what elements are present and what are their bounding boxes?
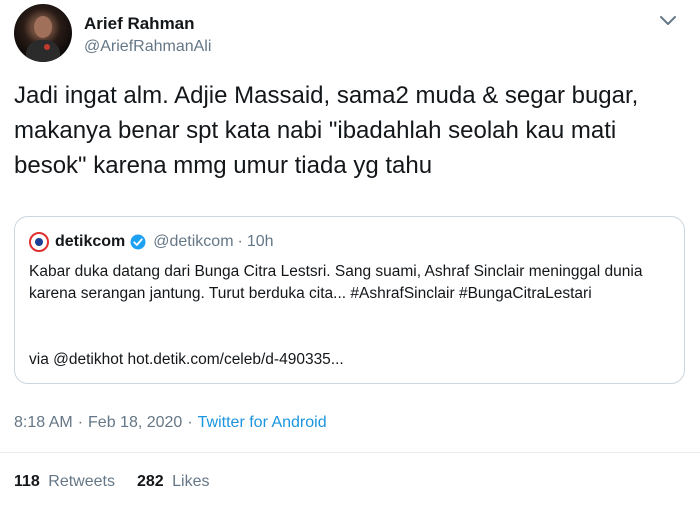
likes-count: 282 — [136, 473, 164, 490]
avatar-face — [34, 16, 52, 38]
tweet-header: Arief Rahman @AriefRahmanAli — [14, 4, 686, 66]
separator-dot: · — [237, 233, 243, 250]
retweets-stat[interactable]: 118 Retweets — [14, 473, 115, 491]
separator-dot: · — [187, 414, 193, 431]
retweets-count: 118 — [14, 473, 40, 490]
quoted-tweet[interactable]: detikcom @detikcom · 10h Kabar duka data… — [14, 216, 685, 384]
tweet-source-link[interactable]: Twitter for Android — [198, 414, 327, 432]
quoted-tweet-header: detikcom @detikcom · 10h — [29, 231, 274, 253]
retweets-label: Retweets — [48, 473, 115, 490]
tweet-time: 8:18 AM — [14, 414, 73, 431]
author-name[interactable]: Arief Rahman — [84, 14, 195, 34]
separator-dot: · — [77, 414, 84, 431]
divider — [0, 452, 700, 453]
avatar[interactable] — [14, 4, 72, 62]
quoted-author-name: detikcom — [55, 233, 126, 250]
chevron-down-icon[interactable] — [658, 14, 678, 28]
likes-label: Likes — [172, 473, 210, 490]
quoted-author-handle: @detikcom — [153, 233, 234, 250]
avatar-body — [26, 40, 60, 62]
quoted-tweet-text: Kabar duka datang dari Bunga Citra Lests… — [29, 263, 643, 302]
quoted-tweet-link: via @detikhot hot.detik.com/celeb/d-4903… — [29, 351, 344, 368]
verified-badge-icon — [130, 234, 146, 250]
tweet-text: Jadi ingat alm. Adjie Massaid, sama2 mud… — [14, 82, 639, 179]
tweet-stats: 118 Retweets 282 Likes — [14, 473, 231, 491]
quoted-time: 10h — [246, 233, 274, 250]
author-handle[interactable]: @AriefRahmanAli — [84, 38, 211, 56]
avatar-accent — [44, 44, 50, 50]
tweet-meta: 8:18 AM · Feb 18, 2020 · Twitter for And… — [14, 414, 327, 432]
detik-logo-icon — [29, 232, 49, 252]
likes-stat[interactable]: 282 Likes — [137, 473, 210, 491]
tweet-date: Feb 18, 2020 — [88, 414, 183, 431]
